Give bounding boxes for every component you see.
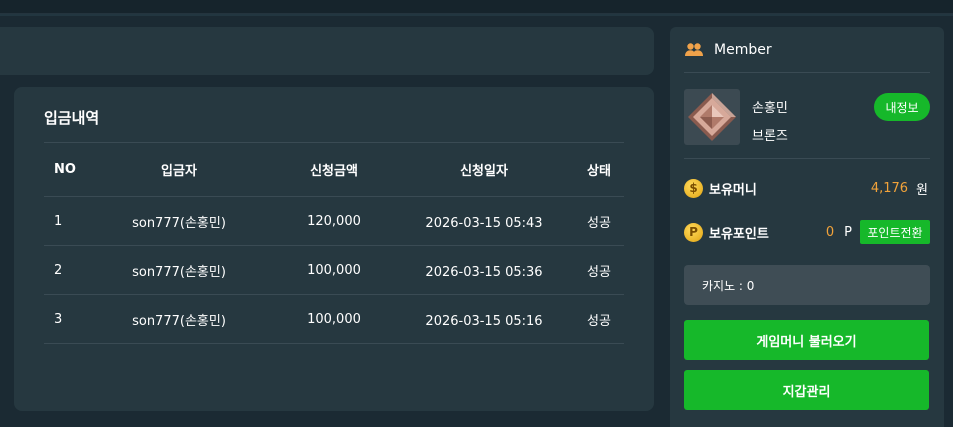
cell-depositor: son777(손홍민) <box>84 196 274 246</box>
cell-status: 성공 <box>574 196 624 246</box>
point-convert-button[interactable]: 포인트전환 <box>860 220 930 244</box>
cell-depositor: son777(손홍민) <box>84 294 274 344</box>
money-value: 4,176 <box>870 180 909 196</box>
cell-date: 2026-03-15 05:16 <box>394 294 574 344</box>
table-row: 3 son777(손홍민) 100,000 2026-03-15 05:16 성… <box>44 294 624 344</box>
wallet-manage-button[interactable]: 지갑관리 <box>684 370 929 410</box>
money-label: 보유머니 <box>709 182 757 198</box>
cell-no: 1 <box>44 196 84 246</box>
cell-amount: 100,000 <box>274 294 394 344</box>
point-coin-icon: P <box>684 222 703 242</box>
top-bar <box>0 0 953 14</box>
load-game-money-button[interactable]: 게임머니 불러오기 <box>684 320 929 360</box>
table-header-row: NO 입금자 신청금액 신청일자 상태 <box>44 142 624 197</box>
table-row: 1 son777(손홍민) 120,000 2026-03-15 05:43 성… <box>44 196 624 246</box>
member-grade: 브론즈 <box>752 129 788 144</box>
top-panel <box>0 27 654 75</box>
cell-status: 성공 <box>574 245 624 295</box>
cell-depositor: son777(손홍민) <box>84 245 274 295</box>
users-icon <box>684 42 704 58</box>
member-sidebar: Member 손홍민 브론즈 내정보 $ 보유머니 4,176 원 P 보유포인… <box>670 27 944 427</box>
deposit-history-title: 입금내역 <box>44 109 100 127</box>
money-row: $ 보유머니 4,176 원 <box>684 175 930 201</box>
cell-no: 3 <box>44 294 84 344</box>
cell-status: 성공 <box>574 294 624 344</box>
point-row: P 보유포인트 0 P 포인트전환 <box>684 219 930 245</box>
member-header-label: Member <box>714 41 772 58</box>
cell-amount: 120,000 <box>274 196 394 246</box>
deposit-history-table: NO 입금자 신청금액 신청일자 상태 1 son777(손홍민) 120,00… <box>44 142 624 344</box>
member-header: Member <box>684 27 930 73</box>
cell-amount: 100,000 <box>274 245 394 295</box>
casino-balance: 카지노 : 0 <box>684 265 930 305</box>
member-profile: 손홍민 브론즈 내정보 <box>684 73 930 159</box>
point-value: 0 <box>825 224 835 240</box>
cell-no: 2 <box>44 245 84 295</box>
deposit-history-panel: 입금내역 NO 입금자 신청금액 신청일자 상태 1 son777(손홍민) 1… <box>14 87 654 411</box>
cell-date: 2026-03-15 05:43 <box>394 196 574 246</box>
col-header-amount: 신청금액 <box>274 142 394 197</box>
table-row: 2 son777(손홍민) 100,000 2026-03-15 05:36 성… <box>44 245 624 295</box>
cell-date: 2026-03-15 05:36 <box>394 245 574 295</box>
top-bar-strip <box>0 14 953 16</box>
col-header-no: NO <box>44 142 84 197</box>
point-unit: P <box>844 224 852 240</box>
money-unit: 원 <box>916 182 928 198</box>
my-info-button[interactable]: 내정보 <box>874 93 930 121</box>
col-header-status: 상태 <box>574 142 624 197</box>
member-name: 손홍민 <box>752 101 788 116</box>
dollar-coin-icon: $ <box>684 178 703 198</box>
bronze-rank-icon <box>684 89 740 145</box>
col-header-depositor: 입금자 <box>84 142 274 197</box>
col-header-date: 신청일자 <box>394 142 574 197</box>
point-label: 보유포인트 <box>709 226 769 242</box>
